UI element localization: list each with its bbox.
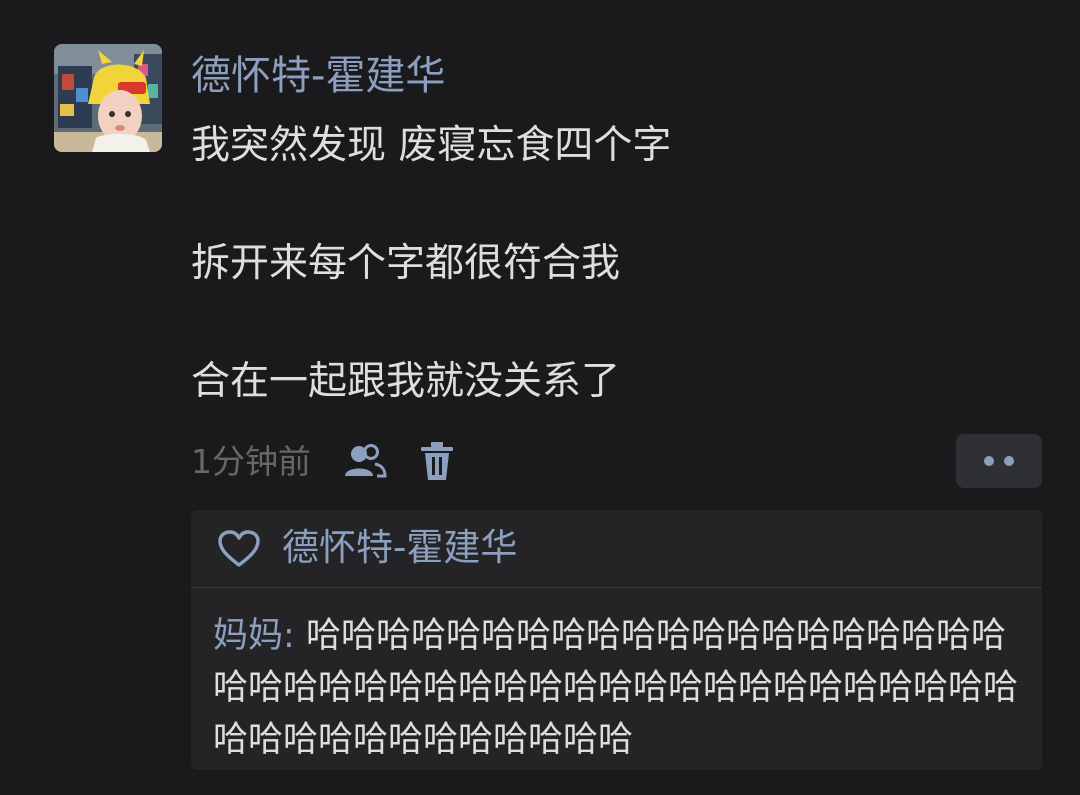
comment[interactable]: 妈妈: 哈哈哈哈哈哈哈哈哈哈哈哈哈哈哈哈哈哈哈哈哈哈哈哈哈哈哈哈哈哈哈哈哈哈哈哈…: [213, 610, 1035, 766]
avatar[interactable]: [54, 44, 162, 152]
moment-post: 德怀特-霍建华 我突然发现 废寝忘食四个字 拆开来每个字都很符合我 合在一起跟我…: [0, 0, 1080, 795]
post-body: 我突然发现 废寝忘食四个字 拆开来每个字都很符合我 合在一起跟我就没关系了: [191, 120, 1051, 474]
more-dots-icon: [984, 456, 994, 466]
post-meta-row: 1分钟前: [191, 434, 1042, 488]
heart-icon: [217, 529, 261, 569]
avatar-image: [54, 44, 162, 152]
post-text-line: 拆开来每个字都很符合我: [191, 241, 621, 286]
comment-author[interactable]: 妈妈: [213, 616, 283, 656]
likes-row: 德怀特-霍建华: [191, 510, 1042, 588]
post-text-line: 我突然发现 废寝忘食四个字: [191, 123, 672, 168]
liker-name[interactable]: 德怀特-霍建华: [282, 522, 517, 574]
post-text-line: 合在一起跟我就没关系了: [191, 359, 621, 404]
post-timestamp: 1分钟前: [191, 442, 311, 481]
more-dots-icon: [1004, 456, 1014, 466]
more-dots-button[interactable]: [956, 434, 1042, 488]
friends-visibility-icon[interactable]: [343, 444, 387, 480]
comment-text: 哈哈哈哈哈哈哈哈哈哈哈哈哈哈哈哈哈哈哈哈哈哈哈哈哈哈哈哈哈哈哈哈哈哈哈哈哈哈哈哈…: [213, 616, 1019, 760]
trash-icon[interactable]: [419, 442, 455, 482]
likes-comments-panel: 德怀特-霍建华 妈妈: 哈哈哈哈哈哈哈哈哈哈哈哈哈哈哈哈哈哈哈哈哈哈哈哈哈哈哈哈…: [191, 510, 1042, 770]
comment-separator: :: [283, 616, 306, 656]
author-name[interactable]: 德怀特-霍建华: [191, 48, 445, 104]
